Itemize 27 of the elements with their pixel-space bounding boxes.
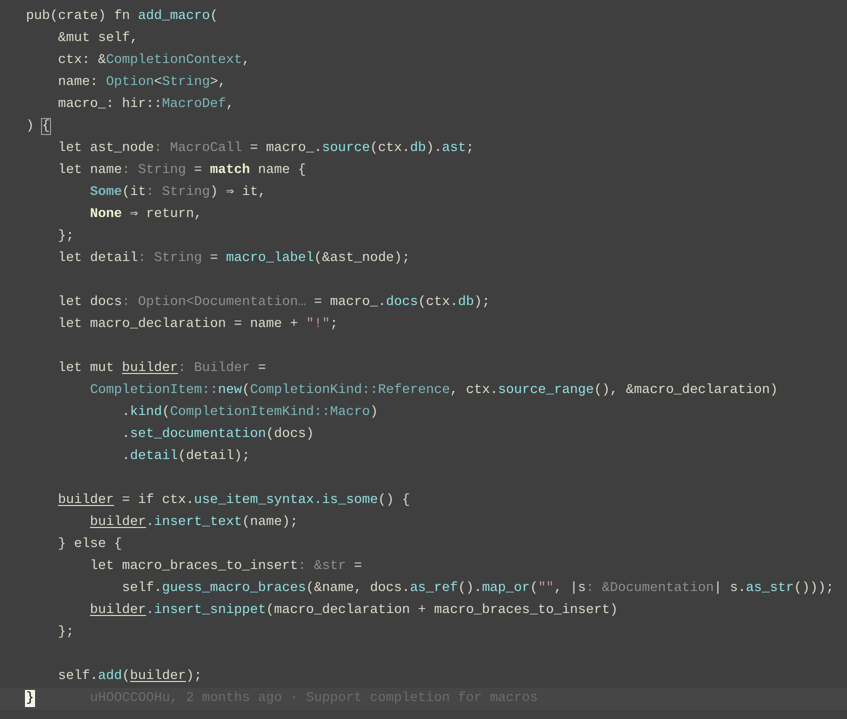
code-line: ctx: &CompletionContext,	[57, 53, 250, 68]
code-line: let macro_braces_to_insert: &str =	[89, 559, 362, 574]
code-line: CompletionItem::new(CompletionKind::Reference, ctx.source_range(), &macro_declaration)	[89, 383, 778, 398]
code-line: let macro_declaration = name + "!";	[57, 317, 338, 332]
code-line: let detail: String = macro_label(&ast_node);	[57, 251, 410, 266]
code-line: ) {	[26, 119, 50, 134]
code-line: self.add(builder);	[57, 669, 202, 684]
code-line: let docs: Option<Documentation… = macro_.docs(ctx.db);	[57, 295, 490, 310]
code-line: .set_documentation(docs)	[120, 427, 314, 442]
code-line: let ast_node: MacroCall = macro_.source(ctx.db).ast;	[57, 141, 474, 156]
code-line: None ⇒ return,	[89, 207, 202, 222]
code-line: let name: String = match name {	[57, 163, 306, 178]
code-line: let mut builder: Builder =	[57, 361, 266, 376]
code-line: macro_: hir::MacroDef,	[57, 97, 234, 112]
code-line: Some(it: String) ⇒ it,	[89, 185, 266, 200]
code-line: builder = if ctx.use_item_syntax.is_some() {	[57, 493, 410, 508]
code-line: };	[57, 229, 74, 244]
code-line: };	[57, 625, 74, 640]
code-line: } else {	[57, 537, 122, 552]
code-line: pub(crate) fn add_macro(	[26, 9, 218, 24]
code-line: self.guess_macro_braces(&name, docs.as_ref().map_or("", |s: &Documentation| s.as_str()));	[120, 581, 834, 596]
code-line: name: Option<String>,	[57, 75, 226, 90]
code-line: builder.insert_text(name);	[89, 515, 298, 530]
code-line: builder.insert_snippet(macro_declaration + macro_braces_to_insert)	[89, 603, 618, 618]
code-line: .kind(CompletionItemKind::Macro)	[120, 405, 378, 420]
code-line: &mut self,	[57, 31, 138, 46]
code-line: .detail(detail);	[120, 449, 250, 464]
